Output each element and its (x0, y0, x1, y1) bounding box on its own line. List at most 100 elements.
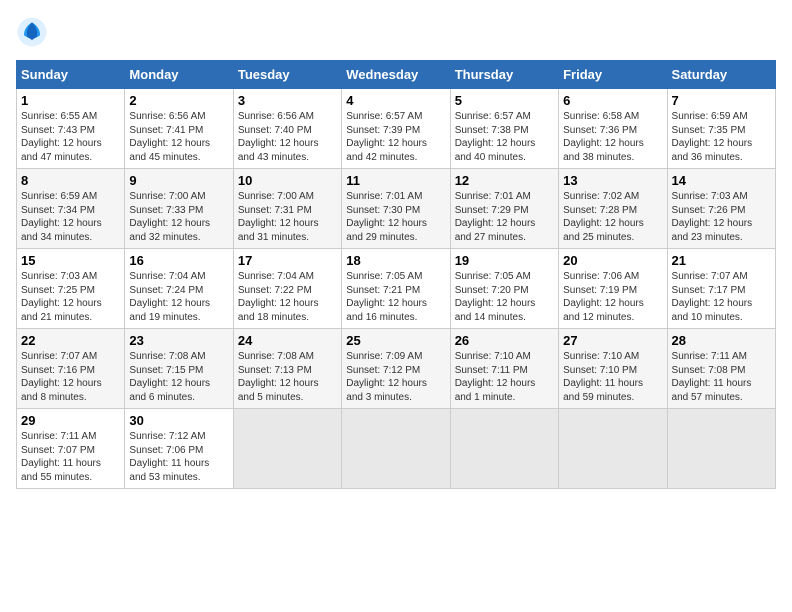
day-number: 8 (21, 173, 120, 188)
day-info: Sunrise: 6:59 AM Sunset: 7:35 PM Dayligh… (672, 110, 771, 164)
day-info: Sunrise: 7:11 AM Sunset: 7:07 PM Dayligh… (21, 430, 120, 484)
day-info: Sunrise: 7:11 AM Sunset: 7:08 PM Dayligh… (672, 350, 771, 404)
calendar-cell: 22Sunrise: 7:07 AM Sunset: 7:16 PM Dayli… (17, 329, 125, 409)
calendar-cell: 1 Sunrise: 6:55 AM Sunset: 7:43 PM Daylig… (17, 89, 125, 169)
weekday-header-tuesday: Tuesday (233, 61, 341, 89)
day-number: 25 (346, 333, 445, 348)
day-number: 15 (21, 253, 120, 268)
calendar-cell: 5 Sunrise: 6:57 AM Sunset: 7:38 PM Daylig… (450, 89, 558, 169)
day-number: 30 (129, 413, 228, 428)
calendar-cell: 24Sunrise: 7:08 AM Sunset: 7:13 PM Dayli… (233, 329, 341, 409)
weekday-header-row: SundayMondayTuesdayWednesdayThursdayFrid… (17, 61, 776, 89)
calendar-cell: 11Sunrise: 7:01 AM Sunset: 7:30 PM Dayli… (342, 169, 450, 249)
calendar-body: 1 Sunrise: 6:55 AM Sunset: 7:43 PM Daylig… (17, 89, 776, 489)
day-number: 7 (672, 93, 771, 108)
weekday-header-friday: Friday (559, 61, 667, 89)
week-row-3: 15 Sunrise: 7:03 AM Sunset: 7:25 PM Dayli… (17, 249, 776, 329)
calendar-cell: 30 Sunrise: 7:12 AM Sunset: 7:06 PM Dayli… (125, 409, 233, 489)
calendar-cell: 15 Sunrise: 7:03 AM Sunset: 7:25 PM Dayli… (17, 249, 125, 329)
day-number: 14 (672, 173, 771, 188)
day-number: 28 (672, 333, 771, 348)
day-info: Sunrise: 7:00 AM Sunset: 7:31 PM Dayligh… (238, 190, 337, 244)
calendar-cell: 28 Sunrise: 7:11 AM Sunset: 7:08 PM Dayli… (667, 329, 775, 409)
day-number: 21 (672, 253, 771, 268)
week-row-2: 8 Sunrise: 6:59 AM Sunset: 7:34 PM Daylig… (17, 169, 776, 249)
calendar-cell: 23 Sunrise: 7:08 AM Sunset: 7:15 PM Dayli… (125, 329, 233, 409)
calendar-cell (559, 409, 667, 489)
day-info: Sunrise: 7:03 AM Sunset: 7:25 PM Dayligh… (21, 270, 120, 324)
day-info: Sunrise: 7:01 AM Sunset: 7:29 PM Dayligh… (455, 190, 554, 244)
calendar-cell: 4Sunrise: 6:57 AM Sunset: 7:39 PM Daylig… (342, 89, 450, 169)
day-number: 12 (455, 173, 554, 188)
calendar-cell: 14Sunrise: 7:03 AM Sunset: 7:26 PM Dayli… (667, 169, 775, 249)
weekday-header-wednesday: Wednesday (342, 61, 450, 89)
day-number: 20 (563, 253, 662, 268)
calendar-table: SundayMondayTuesdayWednesdayThursdayFrid… (16, 60, 776, 489)
calendar-cell: 12 Sunrise: 7:01 AM Sunset: 7:29 PM Dayli… (450, 169, 558, 249)
day-info: Sunrise: 7:06 AM Sunset: 7:19 PM Dayligh… (563, 270, 662, 324)
week-row-1: 1 Sunrise: 6:55 AM Sunset: 7:43 PM Daylig… (17, 89, 776, 169)
day-info: Sunrise: 7:04 AM Sunset: 7:22 PM Dayligh… (238, 270, 337, 324)
calendar-cell: 13Sunrise: 7:02 AM Sunset: 7:28 PM Dayli… (559, 169, 667, 249)
day-info: Sunrise: 7:05 AM Sunset: 7:21 PM Dayligh… (346, 270, 445, 324)
day-number: 3 (238, 93, 337, 108)
calendar-header: SundayMondayTuesdayWednesdayThursdayFrid… (17, 61, 776, 89)
day-number: 5 (455, 93, 554, 108)
day-number: 17 (238, 253, 337, 268)
weekday-header-monday: Monday (125, 61, 233, 89)
calendar-cell (450, 409, 558, 489)
day-info: Sunrise: 6:59 AM Sunset: 7:34 PM Dayligh… (21, 190, 120, 244)
calendar-cell: 19 Sunrise: 7:05 AM Sunset: 7:20 PM Dayli… (450, 249, 558, 329)
calendar-cell (342, 409, 450, 489)
day-number: 9 (129, 173, 228, 188)
logo-icon (16, 16, 48, 48)
day-info: Sunrise: 7:02 AM Sunset: 7:28 PM Dayligh… (563, 190, 662, 244)
day-info: Sunrise: 7:05 AM Sunset: 7:20 PM Dayligh… (455, 270, 554, 324)
weekday-header-sunday: Sunday (17, 61, 125, 89)
calendar-cell: 26Sunrise: 7:10 AM Sunset: 7:11 PM Dayli… (450, 329, 558, 409)
calendar-cell: 27 Sunrise: 7:10 AM Sunset: 7:10 PM Dayli… (559, 329, 667, 409)
day-info: Sunrise: 6:58 AM Sunset: 7:36 PM Dayligh… (563, 110, 662, 164)
day-number: 23 (129, 333, 228, 348)
calendar-cell: 10 Sunrise: 7:00 AM Sunset: 7:31 PM Dayli… (233, 169, 341, 249)
logo (16, 16, 54, 48)
day-info: Sunrise: 7:09 AM Sunset: 7:12 PM Dayligh… (346, 350, 445, 404)
day-info: Sunrise: 6:56 AM Sunset: 7:40 PM Dayligh… (238, 110, 337, 164)
week-row-5: 29 Sunrise: 7:11 AM Sunset: 7:07 PM Dayli… (17, 409, 776, 489)
calendar-cell: 8 Sunrise: 6:59 AM Sunset: 7:34 PM Daylig… (17, 169, 125, 249)
calendar-cell: 9 Sunrise: 7:00 AM Sunset: 7:33 PM Daylig… (125, 169, 233, 249)
day-number: 6 (563, 93, 662, 108)
calendar-cell: 20 Sunrise: 7:06 AM Sunset: 7:19 PM Dayli… (559, 249, 667, 329)
page-header (16, 16, 776, 48)
day-info: Sunrise: 7:12 AM Sunset: 7:06 PM Dayligh… (129, 430, 228, 484)
day-info: Sunrise: 7:07 AM Sunset: 7:16 PM Dayligh… (21, 350, 120, 404)
calendar-cell: 16 Sunrise: 7:04 AM Sunset: 7:24 PM Dayli… (125, 249, 233, 329)
day-number: 29 (21, 413, 120, 428)
calendar-cell: 17 Sunrise: 7:04 AM Sunset: 7:22 PM Dayli… (233, 249, 341, 329)
day-info: Sunrise: 7:10 AM Sunset: 7:10 PM Dayligh… (563, 350, 662, 404)
day-number: 10 (238, 173, 337, 188)
weekday-header-thursday: Thursday (450, 61, 558, 89)
calendar-cell: 2 Sunrise: 6:56 AM Sunset: 7:41 PM Daylig… (125, 89, 233, 169)
calendar-cell: 21 Sunrise: 7:07 AM Sunset: 7:17 PM Dayli… (667, 249, 775, 329)
day-info: Sunrise: 6:57 AM Sunset: 7:38 PM Dayligh… (455, 110, 554, 164)
day-info: Sunrise: 6:55 AM Sunset: 7:43 PM Dayligh… (21, 110, 120, 164)
day-number: 27 (563, 333, 662, 348)
day-info: Sunrise: 7:00 AM Sunset: 7:33 PM Dayligh… (129, 190, 228, 244)
day-number: 1 (21, 93, 120, 108)
day-number: 18 (346, 253, 445, 268)
day-info: Sunrise: 6:56 AM Sunset: 7:41 PM Dayligh… (129, 110, 228, 164)
day-info: Sunrise: 7:01 AM Sunset: 7:30 PM Dayligh… (346, 190, 445, 244)
day-number: 19 (455, 253, 554, 268)
day-number: 26 (455, 333, 554, 348)
calendar-cell (233, 409, 341, 489)
day-info: Sunrise: 7:08 AM Sunset: 7:15 PM Dayligh… (129, 350, 228, 404)
day-info: Sunrise: 7:04 AM Sunset: 7:24 PM Dayligh… (129, 270, 228, 324)
day-number: 2 (129, 93, 228, 108)
weekday-header-saturday: Saturday (667, 61, 775, 89)
calendar-cell: 29 Sunrise: 7:11 AM Sunset: 7:07 PM Dayli… (17, 409, 125, 489)
day-number: 16 (129, 253, 228, 268)
calendar-cell: 6 Sunrise: 6:58 AM Sunset: 7:36 PM Daylig… (559, 89, 667, 169)
day-info: Sunrise: 7:07 AM Sunset: 7:17 PM Dayligh… (672, 270, 771, 324)
day-info: Sunrise: 7:08 AM Sunset: 7:13 PM Dayligh… (238, 350, 337, 404)
